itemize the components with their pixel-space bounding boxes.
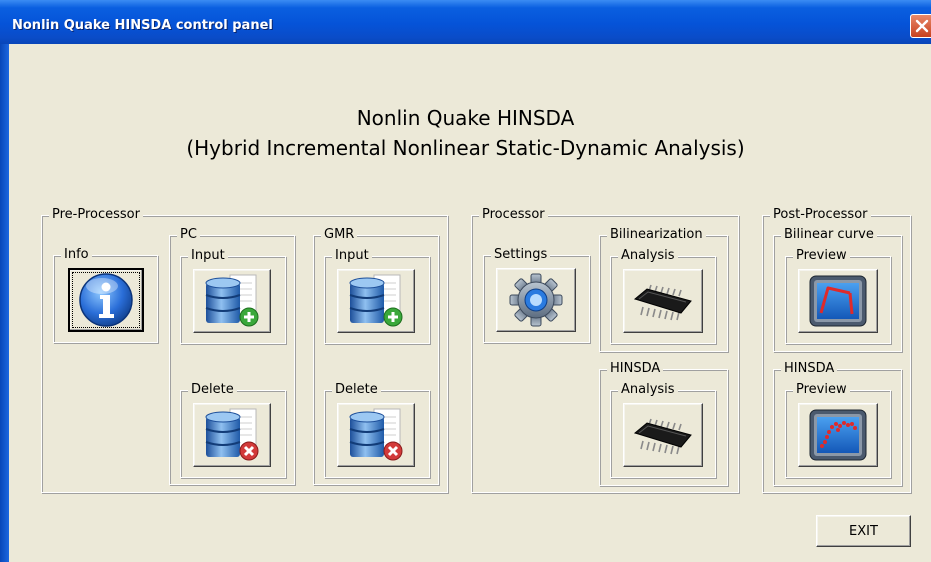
scatter-monitor-icon (809, 409, 867, 461)
info-group: Info (53, 247, 158, 343)
settings-group: Settings (483, 247, 590, 343)
pc-group: PC Input Delete (169, 227, 295, 485)
bilinearization-analysis-label: Analysis (618, 248, 678, 264)
hinsda-processor-label: HINSDA (607, 361, 664, 377)
bilinear-curve-group: Bilinear curve Preview (773, 227, 902, 352)
bilinear-curve-preview-group: Preview (785, 248, 891, 344)
gmr-input-label: Input (332, 248, 372, 264)
hinsda-preview-group: Preview (785, 382, 891, 478)
gmr-delete-label: Delete (332, 382, 381, 398)
chip-icon (633, 284, 692, 321)
database-add-icon (205, 274, 259, 327)
app-heading-subtitle: (Hybrid Incremental Nonlinear Static-Dyn… (186, 136, 745, 160)
gmr-delete-group: Delete (324, 382, 430, 478)
bilinearization-analysis-button[interactable] (623, 269, 703, 333)
post-processor-label: Post-Processor (770, 207, 871, 223)
database-delete-icon (349, 408, 403, 461)
bilinear-curve-preview-label: Preview (793, 248, 850, 264)
gmr-group: GMR Input Delete (313, 227, 439, 485)
gmr-input-button[interactable] (337, 269, 415, 333)
exit-button[interactable]: EXIT (816, 515, 911, 547)
hinsda-processor-group: HINSDA Analysis (599, 361, 728, 486)
info-button[interactable] (68, 268, 144, 332)
curve-monitor-icon (809, 275, 867, 327)
bilinear-curve-label: Bilinear curve (781, 227, 877, 243)
pc-delete-button[interactable] (193, 403, 271, 467)
database-add-icon (349, 274, 403, 327)
pc-delete-group: Delete (180, 382, 286, 478)
settings-label: Settings (491, 247, 551, 263)
pc-input-group: Input (180, 248, 286, 344)
bilinearization-analysis-group: Analysis (610, 248, 716, 344)
gmr-label: GMR (321, 227, 358, 243)
settings-button[interactable] (496, 268, 576, 332)
pre-processor-label: Pre-Processor (49, 207, 143, 223)
bilinear-curve-preview-button[interactable] (798, 269, 878, 333)
gmr-delete-button[interactable] (337, 403, 415, 467)
app-heading-title: Nonlin Quake HINSDA (356, 106, 575, 130)
post-processor-group: Post-Processor Bilinear curve Preview HI… (762, 207, 911, 493)
close-icon[interactable] (910, 14, 931, 38)
gear-icon (509, 273, 563, 327)
hinsda-analysis-group: Analysis (610, 382, 716, 478)
bilinearization-label: Bilinearization (607, 227, 706, 243)
gmr-input-group: Input (324, 248, 430, 344)
hinsda-analysis-button[interactable] (623, 403, 703, 467)
hinsda-preview-button[interactable] (798, 403, 878, 467)
hinsda-post-label: HINSDA (781, 361, 838, 377)
chip-icon (633, 418, 692, 455)
info-icon (79, 273, 133, 327)
database-delete-icon (205, 408, 259, 461)
bilinearization-group: Bilinearization Analysis (599, 227, 728, 352)
info-label: Info (61, 247, 92, 263)
pc-input-button[interactable] (193, 269, 271, 333)
processor-group: Processor Settings Bilinearization Analy… (471, 207, 739, 493)
pc-label: PC (177, 227, 200, 243)
window-title: Nonlin Quake HINSDA control panel (12, 18, 273, 33)
processor-label: Processor (479, 207, 548, 223)
hinsda-preview-label: Preview (793, 382, 850, 398)
pc-input-label: Input (188, 248, 228, 264)
pre-processor-group: Pre-Processor Info PC Input Delete GMR I… (41, 207, 448, 493)
hinsda-analysis-label: Analysis (618, 382, 678, 398)
title-bar: Nonlin Quake HINSDA control panel (0, 0, 931, 44)
hinsda-post-group: HINSDA Preview (773, 361, 902, 486)
pc-delete-label: Delete (188, 382, 237, 398)
